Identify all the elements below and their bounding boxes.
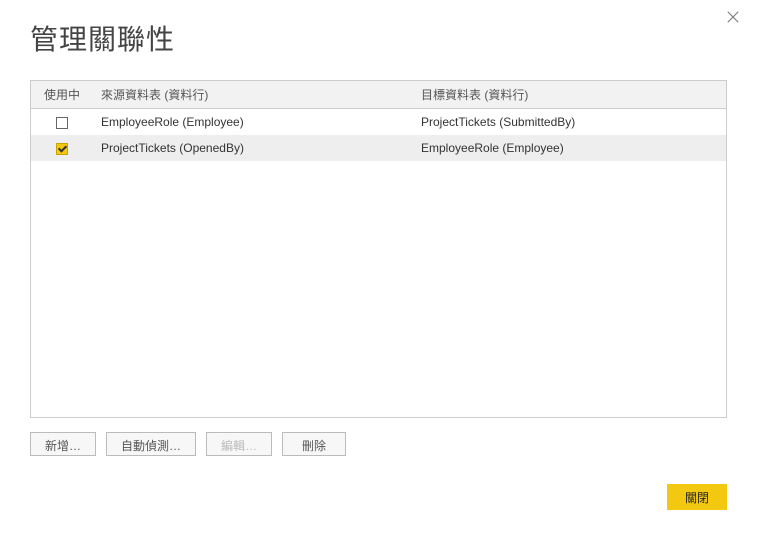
header-source: 來源資料表 (資料行) bbox=[93, 81, 413, 109]
table-header-row: 使用中 來源資料表 (資料行) 目標資料表 (資料行) bbox=[31, 81, 726, 109]
header-active: 使用中 bbox=[31, 81, 93, 109]
relationships-table-wrap: 使用中 來源資料表 (資料行) 目標資料表 (資料行) EmployeeRole… bbox=[30, 80, 727, 418]
active-checkbox[interactable] bbox=[56, 143, 68, 155]
cell-active bbox=[31, 135, 93, 161]
header-target: 目標資料表 (資料行) bbox=[413, 81, 726, 109]
cell-target: ProjectTickets (SubmittedBy) bbox=[413, 109, 726, 136]
autodetect-button[interactable]: 自動偵測… bbox=[106, 432, 196, 456]
table-row[interactable]: EmployeeRole (Employee)ProjectTickets (S… bbox=[31, 109, 726, 136]
delete-button[interactable]: 刪除 bbox=[282, 432, 346, 456]
dialog-title: 管理關聯性 bbox=[30, 18, 727, 58]
active-checkbox[interactable] bbox=[56, 117, 68, 129]
cell-active bbox=[31, 109, 93, 136]
footer-row: 關閉 bbox=[667, 484, 727, 510]
manage-relationships-dialog: 管理關聯性 使用中 來源資料表 (資料行) 目標資料表 (資料行) Employ… bbox=[0, 0, 757, 534]
relationships-table: 使用中 來源資料表 (資料行) 目標資料表 (資料行) EmployeeRole… bbox=[31, 81, 726, 161]
close-button[interactable]: 關閉 bbox=[667, 484, 727, 510]
table-row[interactable]: ProjectTickets (OpenedBy)EmployeeRole (E… bbox=[31, 135, 726, 161]
close-icon[interactable] bbox=[723, 10, 743, 30]
cell-target: EmployeeRole (Employee) bbox=[413, 135, 726, 161]
edit-button[interactable]: 編輯… bbox=[206, 432, 272, 456]
cell-source: ProjectTickets (OpenedBy) bbox=[93, 135, 413, 161]
new-button[interactable]: 新增… bbox=[30, 432, 96, 456]
action-button-row: 新增… 自動偵測… 編輯… 刪除 bbox=[30, 432, 727, 456]
cell-source: EmployeeRole (Employee) bbox=[93, 109, 413, 136]
